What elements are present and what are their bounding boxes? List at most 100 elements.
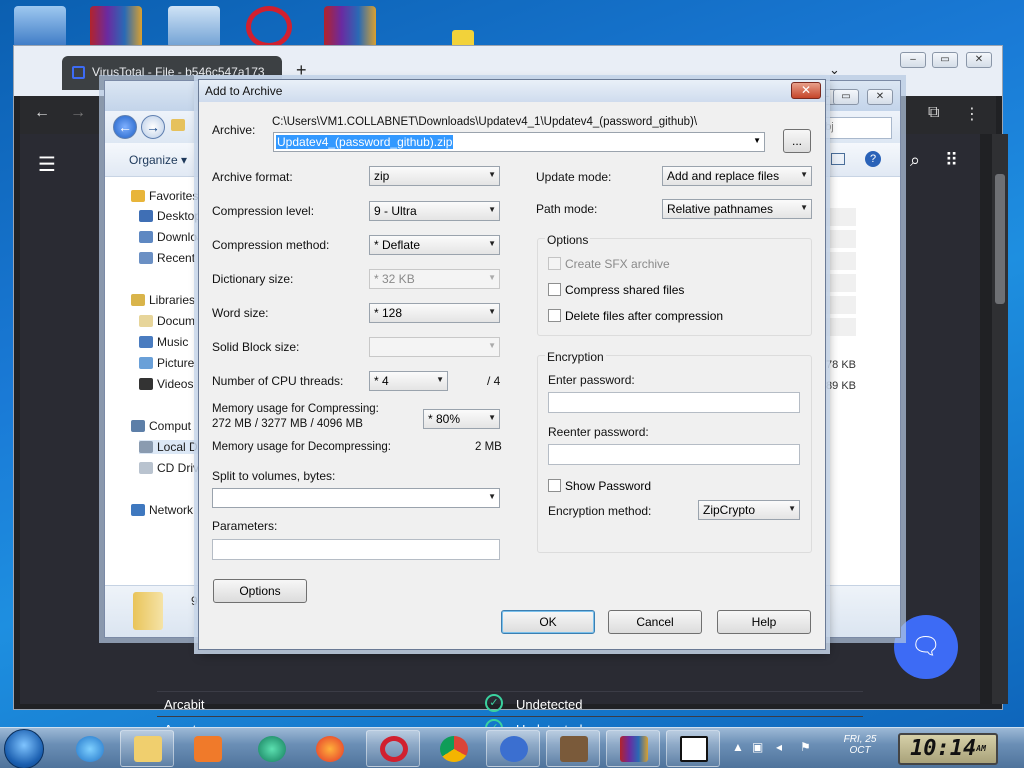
compression-level-select[interactable]: 9 - Ultra (369, 201, 500, 221)
opera-desktop-icon[interactable] (246, 6, 292, 48)
taskbar-explorer[interactable] (120, 730, 174, 767)
tray-network-icon[interactable]: ▣ (752, 740, 763, 754)
browser-close-button[interactable]: ✕ (966, 52, 992, 68)
nav-favorites[interactable]: Favorites (131, 189, 198, 203)
compress-shared-checkbox[interactable]: Compress shared files (548, 283, 684, 297)
cancel-button[interactable]: Cancel (608, 610, 702, 634)
ok-button[interactable]: OK (501, 610, 595, 634)
taskbar-opera[interactable] (366, 730, 420, 767)
taskbar-app-3[interactable] (546, 730, 600, 767)
back-button[interactable]: ← (113, 115, 137, 139)
search-icon[interactable]: ⌕ (910, 150, 920, 171)
chat-support-button[interactable]: 🗨 (894, 615, 958, 679)
help-icon[interactable]: ? (865, 151, 881, 167)
taskbar-chrome[interactable] (426, 730, 480, 767)
music-icon (139, 336, 153, 348)
taskbar-ie[interactable] (62, 730, 116, 767)
nav-documents[interactable]: Docum (139, 314, 195, 328)
split-volumes-select[interactable] (212, 488, 500, 508)
parameters-input[interactable] (212, 539, 500, 560)
dialog-close-button[interactable]: ✕ (791, 82, 821, 99)
compression-method-select[interactable]: * Deflate (369, 235, 500, 255)
winrar-desktop-icon[interactable] (90, 6, 142, 48)
create-sfx-checkbox[interactable]: Create SFX archive (548, 257, 670, 271)
preview-pane-icon[interactable] (831, 153, 845, 165)
taskbar-media-player[interactable] (180, 730, 234, 767)
taskbar-firefox[interactable] (302, 730, 356, 767)
nav-pictures[interactable]: Picture (139, 356, 194, 370)
memory-percent-select[interactable]: * 80% (423, 409, 500, 429)
nav-libraries[interactable]: Libraries (131, 293, 195, 307)
recent-places-icon (139, 252, 153, 264)
tab-search-chevron-icon[interactable]: ⌄ (829, 62, 840, 78)
word-size-label: Word size: (212, 306, 269, 320)
apps-grid-icon[interactable]: ⠿ (945, 150, 958, 171)
nav-network[interactable]: Network (131, 503, 193, 517)
path-mode-label: Path mode: (536, 202, 598, 216)
add-to-archive-dialog: Add to Archive ✕ Archive: C:\Users\VM1.C… (198, 79, 826, 650)
forward-button[interactable]: → (141, 115, 165, 139)
encryption-method-select[interactable]: ZipCrypto (698, 500, 800, 520)
nav-computer[interactable]: Comput (131, 419, 191, 433)
dialog-title: Add to Archive (205, 84, 283, 98)
show-password-checkbox[interactable]: Show Password (548, 479, 651, 493)
cpu-threads-select[interactable]: * 4 (369, 371, 448, 391)
nav-label: Local D (157, 440, 198, 454)
file-size: 89 KB (826, 380, 856, 392)
checkbox-label: Delete files after compression (565, 309, 724, 323)
update-mode-select[interactable]: Add and replace files (662, 166, 812, 186)
taskbar-app[interactable] (244, 730, 298, 767)
checkbox-label: Create SFX archive (565, 257, 670, 271)
scrollbar-thumb[interactable] (995, 174, 1005, 304)
browser-scrollbar[interactable] (992, 134, 1008, 704)
solid-block-label: Solid Block size: (212, 340, 300, 354)
archive-format-select[interactable]: zip (369, 166, 500, 186)
explorer-maximize-button[interactable]: ▭ (833, 89, 859, 105)
taskbar-clock[interactable]: 10:14AM (898, 733, 998, 765)
nav-cd-drive[interactable]: CD Driv (139, 461, 199, 475)
taskbar-7zip[interactable] (666, 730, 720, 767)
solid-block-size-select[interactable] (369, 337, 500, 357)
browser-maximize-button[interactable]: ▭ (932, 52, 958, 68)
nav-music[interactable]: Music (139, 335, 188, 349)
word-size-select[interactable]: * 128 (369, 303, 500, 323)
new-tab-button[interactable]: + (296, 60, 307, 81)
explorer-close-button[interactable]: ✕ (867, 89, 893, 105)
browser-minimize-button[interactable]: – (900, 52, 926, 68)
taskbar-winrar[interactable] (606, 730, 660, 767)
app-icon (258, 736, 286, 762)
extensions-icon[interactable]: ⧉ (928, 104, 939, 122)
computer-desktop-icon[interactable] (14, 6, 66, 48)
start-button[interactable] (4, 729, 44, 768)
help-button[interactable]: Help (717, 610, 811, 634)
nav-recent[interactable]: Recent (139, 251, 195, 265)
browse-button[interactable]: ... (783, 129, 811, 153)
password-input[interactable] (548, 392, 800, 413)
winrar-desktop-icon-2[interactable] (324, 6, 376, 48)
tray-flag-icon[interactable]: ⚑ (800, 740, 811, 754)
tray-volume-icon[interactable]: ◂ (776, 740, 782, 754)
taskbar-app-2[interactable] (486, 730, 540, 767)
reenter-password-input[interactable] (548, 444, 800, 465)
reenter-password-label: Reenter password: (548, 425, 649, 439)
nav-desktop[interactable]: Desktop (139, 209, 201, 223)
forward-arrow-icon[interactable]: → (70, 104, 86, 122)
nav-label: Picture (157, 356, 195, 370)
browser-menu-icon[interactable]: ⋮ (964, 104, 980, 124)
back-arrow-icon[interactable]: ← (34, 104, 50, 122)
taskbar-date[interactable]: FRI, 25 OCT (830, 734, 890, 756)
hamburger-menu-icon[interactable]: ☰ (38, 152, 56, 177)
media-player-icon (194, 736, 222, 762)
path-mode-select[interactable]: Relative pathnames (662, 199, 812, 219)
memory-compress-label: Memory usage for Compressing: (212, 403, 379, 415)
organize-menu[interactable]: Organize ▾ (129, 153, 187, 167)
options-group-label: Options (545, 233, 591, 247)
dictionary-size-select[interactable]: * 32 KB (369, 269, 500, 289)
delete-after-checkbox[interactable]: Delete files after compression (548, 309, 723, 323)
options-button[interactable]: Options (213, 579, 307, 603)
nav-local-disk[interactable]: Local D (139, 440, 206, 454)
archive-name-combo[interactable]: Updatev4_(password_github).zip (273, 132, 765, 152)
tray-overflow-icon[interactable]: ▲ (732, 740, 744, 754)
nav-videos[interactable]: Videos (139, 377, 193, 391)
control-panel-desktop-icon[interactable] (168, 6, 220, 48)
